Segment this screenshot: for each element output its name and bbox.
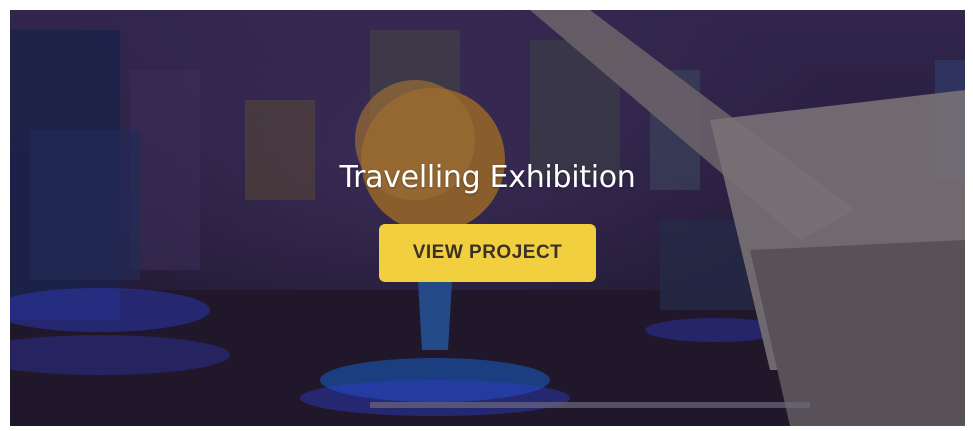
- hero-title: Travelling Exhibition: [339, 160, 636, 195]
- hero-content: Travelling Exhibition VIEW PROJECT: [10, 158, 965, 282]
- view-project-button[interactable]: VIEW PROJECT: [378, 224, 597, 282]
- hero-banner: Travelling Exhibition VIEW PROJECT: [10, 10, 965, 426]
